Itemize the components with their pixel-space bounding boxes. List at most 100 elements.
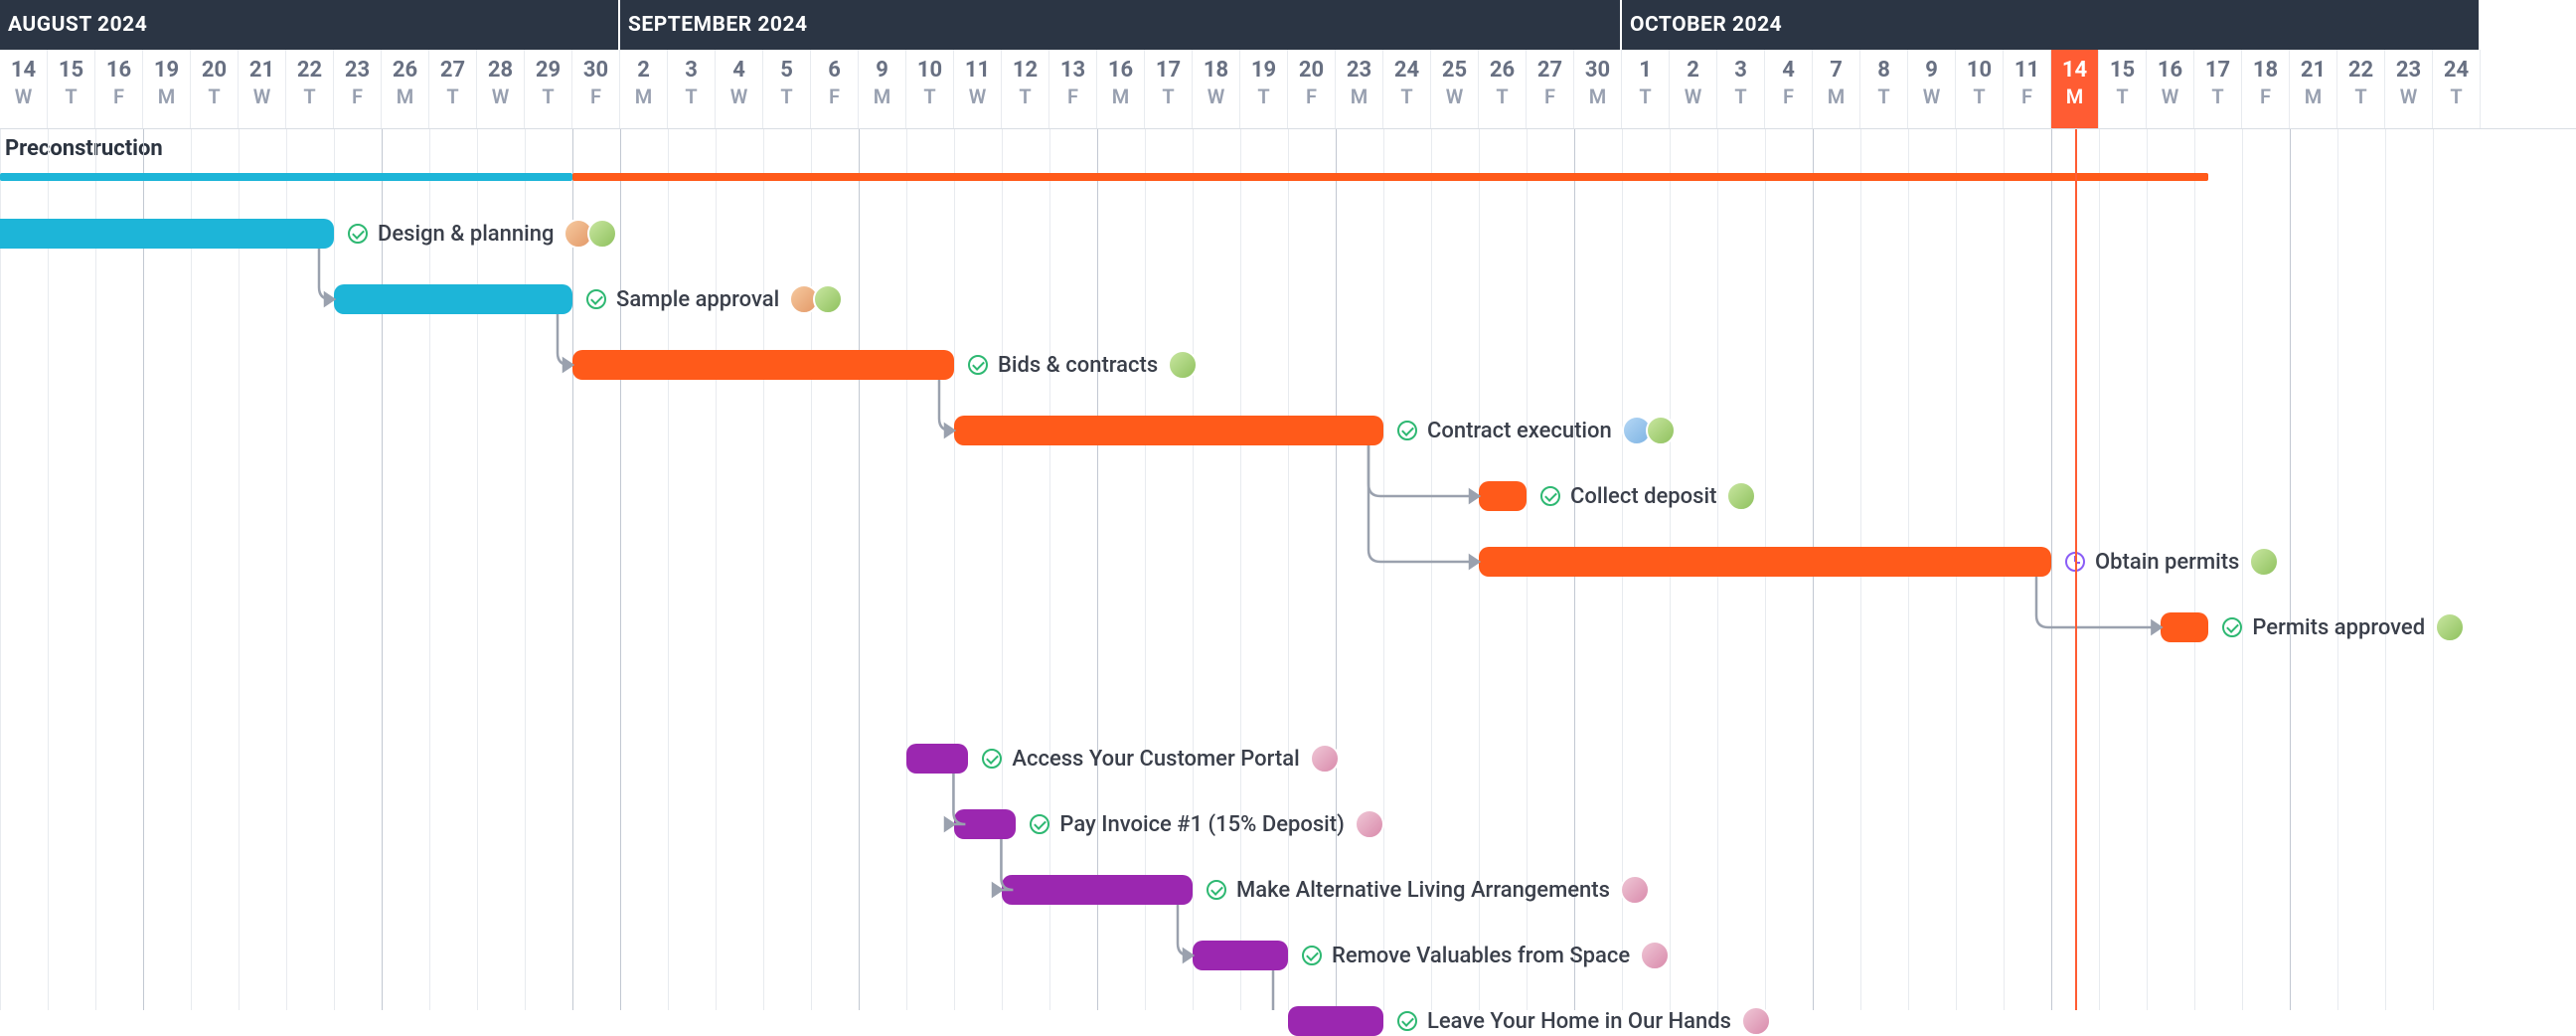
assignee-avatars (1355, 809, 1384, 839)
day-header: 17T (1145, 50, 1193, 128)
check-icon (1397, 1011, 1417, 1031)
task-name: Obtain permits (2095, 550, 2239, 575)
task-bar[interactable] (334, 284, 572, 314)
task-bar[interactable] (1479, 481, 1527, 511)
task-bar[interactable] (1479, 547, 2051, 577)
task-label[interactable]: Bids & contracts (968, 350, 1198, 380)
avatar[interactable] (813, 284, 843, 314)
rollup-bar (0, 173, 572, 181)
task-label[interactable]: Make Alternative Living Arrangements (1207, 875, 1650, 905)
assignee-avatars (1726, 481, 1756, 511)
task-bar[interactable] (954, 416, 1383, 445)
day-header: 8T (1860, 50, 1908, 128)
day-header: 14W (0, 50, 48, 128)
task-label[interactable]: Access Your Customer Portal (982, 744, 1339, 774)
task-bar[interactable] (0, 219, 334, 249)
task-bar[interactable] (2161, 612, 2208, 642)
check-icon (348, 224, 368, 244)
task-bar[interactable] (572, 350, 954, 380)
task-label[interactable]: Sample approval (586, 284, 843, 314)
day-header: 3T (668, 50, 716, 128)
day-header: 2W (1670, 50, 1717, 128)
task-name: Make Alternative Living Arrangements (1236, 878, 1610, 903)
task-name: Contract execution (1427, 419, 1612, 443)
day-header: 9M (859, 50, 906, 128)
task-label[interactable]: Leave Your Home in Our Hands (1397, 1006, 1771, 1036)
day-header: 13F (1049, 50, 1097, 128)
task-label[interactable]: Collect deposit (1540, 481, 1756, 511)
day-header: 11F (2004, 50, 2051, 128)
day-header: 6F (811, 50, 859, 128)
task-bar[interactable] (1288, 1006, 1383, 1036)
month-header-row: AUGUST 2024SEPTEMBER 2024OCTOBER 2024 (0, 0, 2576, 50)
day-header: 29T (525, 50, 572, 128)
gantt-view: AUGUST 2024SEPTEMBER 2024OCTOBER 2024 14… (0, 0, 2576, 1010)
day-header: 23W (2385, 50, 2433, 128)
avatar[interactable] (1310, 744, 1340, 774)
avatar[interactable] (2249, 547, 2279, 577)
check-icon (1030, 814, 1049, 834)
assignee-avatars (2435, 612, 2465, 642)
day-header: 4F (1765, 50, 1813, 128)
task-label[interactable]: Pay Invoice #1 (15% Deposit) (1030, 809, 1383, 839)
month-header: SEPTEMBER 2024 (620, 0, 1622, 50)
task-bar[interactable] (1193, 941, 1288, 970)
assignee-avatars (789, 284, 843, 314)
avatar[interactable] (1646, 416, 1676, 445)
task-label[interactable]: Design & planning (348, 219, 617, 249)
day-header: 14M (2051, 50, 2099, 128)
task-bar[interactable] (1002, 875, 1193, 905)
day-header: 19T (1240, 50, 1288, 128)
task-label[interactable]: Permits approved (2222, 612, 2465, 642)
day-header: 9W (1908, 50, 1956, 128)
avatar[interactable] (1741, 1006, 1771, 1036)
today-line (2075, 129, 2077, 1010)
assignee-avatars (564, 219, 617, 249)
avatar[interactable] (1168, 350, 1198, 380)
day-header: 23M (1336, 50, 1383, 128)
assignee-avatars (1622, 416, 1676, 445)
task-name: Access Your Customer Portal (1012, 747, 1299, 772)
task-label[interactable]: Obtain permits (2065, 547, 2279, 577)
avatar[interactable] (1620, 875, 1650, 905)
day-header: 28W (477, 50, 525, 128)
day-header: 10T (906, 50, 954, 128)
check-icon (1207, 880, 1226, 900)
day-header: 20T (191, 50, 239, 128)
day-header: 15T (2099, 50, 2147, 128)
avatar[interactable] (1355, 809, 1384, 839)
check-icon (2222, 617, 2242, 637)
day-header: 10T (1956, 50, 2004, 128)
avatar[interactable] (2435, 612, 2465, 642)
day-header: 27F (1527, 50, 1574, 128)
check-icon (968, 355, 988, 375)
task-name: Permits approved (2252, 615, 2425, 640)
assignee-avatars (1741, 1006, 1771, 1036)
task-label[interactable]: Remove Valuables from Space (1302, 941, 1670, 970)
rollup-bar (572, 173, 2208, 181)
check-icon (982, 749, 1002, 769)
chart-body[interactable]: Preconstruction Design & planning Sample … (0, 129, 2576, 1010)
day-header: 7M (1813, 50, 1860, 128)
task-label[interactable]: Contract execution (1397, 416, 1676, 445)
day-header: 18F (2242, 50, 2290, 128)
day-header: 22T (2337, 50, 2385, 128)
day-header: 26T (1479, 50, 1527, 128)
task-name: Design & planning (378, 222, 554, 247)
assignee-avatars (1310, 744, 1340, 774)
day-header: 3T (1717, 50, 1765, 128)
task-bar[interactable] (906, 744, 968, 774)
check-icon (1302, 946, 1322, 965)
day-header: 12T (1002, 50, 1049, 128)
avatar[interactable] (1640, 941, 1670, 970)
avatar[interactable] (1726, 481, 1756, 511)
day-header: 1T (1622, 50, 1670, 128)
day-header: 24T (2433, 50, 2481, 128)
day-header: 24T (1383, 50, 1431, 128)
day-header: 23F (334, 50, 382, 128)
month-header: AUGUST 2024 (0, 0, 620, 50)
task-name: Bids & contracts (998, 353, 1158, 378)
section-label: Preconstruction (5, 136, 163, 161)
avatar[interactable] (587, 219, 617, 249)
task-bar[interactable] (954, 809, 1016, 839)
